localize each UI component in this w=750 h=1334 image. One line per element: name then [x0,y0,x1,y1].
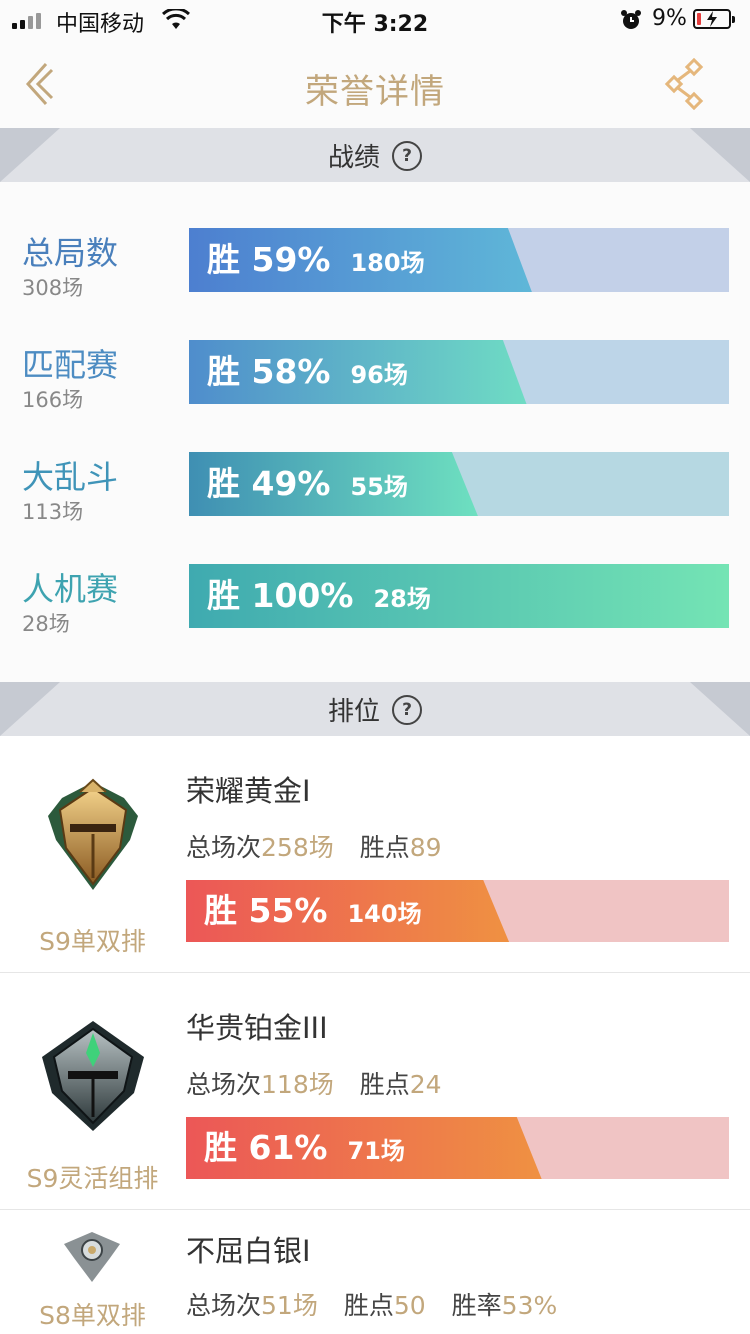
record-count: 166场 [22,388,84,412]
queue-name: S9灵活组排 [26,1164,159,1193]
record-section-header: 战绩? [0,128,750,182]
win-rate-label: 胜 58% [207,352,331,391]
page-title: 荣誉详情 [305,72,445,112]
record-count: 28场 [22,612,70,636]
rank-tier: 荣耀黄金I [186,774,311,808]
win-rate-label: 胜 100% [207,576,354,615]
rank-info: 总场次258场 胜点89 [186,833,442,862]
win-rate-bar: 胜 58% 96场 [189,340,729,404]
league-points: 50 [393,1291,426,1320]
league-points: 24 [409,1070,442,1099]
share-icon[interactable] [664,58,710,110]
help-icon[interactable]: ? [392,694,422,725]
win-games: 71场 [347,1137,405,1165]
win-games: 55场 [350,473,408,501]
record-row-bot: 人机赛 28场 胜 100% 28场 [0,564,750,664]
rank-card-s9-flex[interactable]: S9灵活组排 华贵铂金III 总场次118场 胜点24 胜 61% 71场 [0,973,750,1209]
rank-info: 总场次51场 胜点50 胜率53% [186,1291,558,1320]
win-games: 28场 [373,585,431,613]
alarm-icon [621,10,641,29]
section-title-record: 战绩 [327,143,380,173]
total-games: 258场 [261,833,334,862]
record-count: 308场 [22,276,84,300]
win-rate-bar: 胜 61% 71场 [186,1117,729,1179]
gold-rank-helmet-icon [48,778,138,890]
rank-card-s9-solo[interactable]: S9单双排 荣耀黄金I 总场次258场 胜点89 胜 55% 140场 [0,736,750,972]
win-rate-label: 胜 55% [204,891,328,930]
queue-name: S9单双排 [39,927,146,956]
total-games: 51场 [261,1291,318,1320]
record-row-match: 匹配赛 166场 胜 58% 96场 [0,340,750,440]
league-points: 89 [409,833,442,862]
section-title-rank: 排位 [327,697,380,727]
win-rate-value: 53% [501,1291,558,1320]
battery-percent: 9% [652,6,687,31]
status-bar: 中国移动 下午 3:22 9% [0,0,750,44]
rank-section-header: 排位? [0,682,750,736]
rank-card-s8-solo[interactable]: S8单双排 不屈白银I 总场次51场 胜点50 胜率53% [0,1210,750,1334]
win-rate-label: 胜 49% [207,464,331,503]
win-rate-label: 胜 61% [204,1128,328,1167]
win-games: 96场 [350,361,408,389]
record-name: 大乱斗 [22,458,119,496]
nav-bar: 荣誉详情 [0,44,750,128]
win-rate-bar: 胜 49% 55场 [189,452,729,516]
record-row-total: 总局数 308场 胜 59% 180场 [0,228,750,328]
win-games: 180场 [350,249,425,277]
record-count: 113场 [22,500,84,524]
help-icon[interactable]: ? [392,140,422,171]
win-games: 140场 [347,900,422,928]
record-name: 总局数 [22,234,119,272]
queue-name: S8单双排 [39,1301,146,1330]
total-games: 118场 [261,1070,334,1099]
record-name: 人机赛 [22,570,119,608]
platinum-rank-helmet-icon [42,1021,144,1131]
rank-tier: 不屈白银I [186,1234,311,1268]
win-rate-bar: 胜 59% 180场 [189,228,729,292]
battery-icon [693,9,735,29]
rank-tier: 华贵铂金III [186,1011,328,1045]
win-rate-bar: 胜 55% 140场 [186,880,729,942]
win-rate-bar: 胜 100% 28场 [189,564,729,628]
record-name: 匹配赛 [22,346,119,384]
win-rate-label: 胜 59% [207,240,331,279]
rank-info: 总场次118场 胜点24 [186,1070,442,1099]
record-row-aram: 大乱斗 113场 胜 49% 55场 [0,452,750,552]
silver-rank-badge-icon [64,1232,120,1282]
